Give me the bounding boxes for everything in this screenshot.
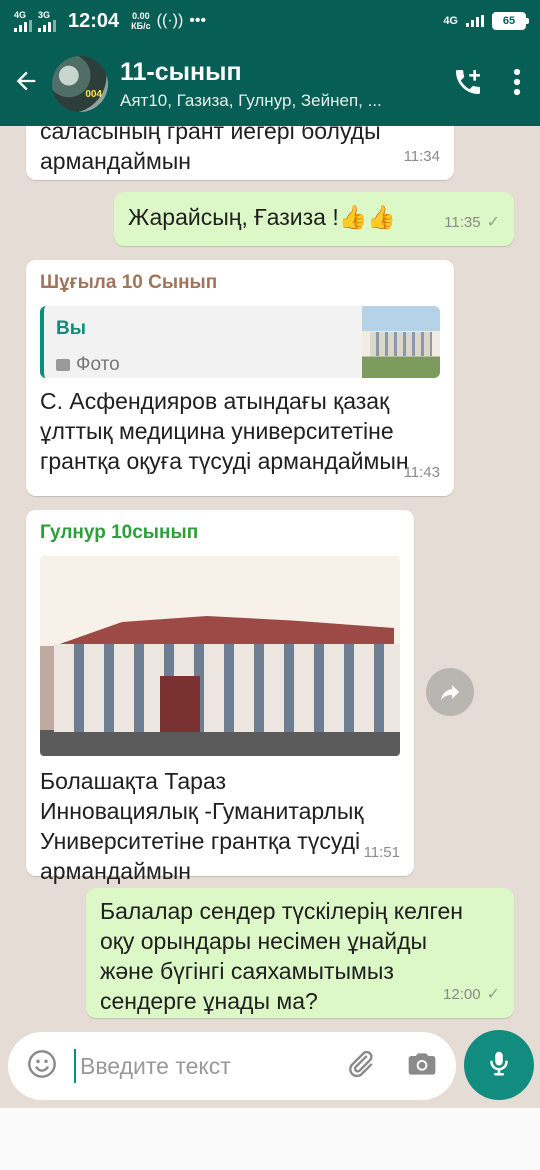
quote-thumbnail (362, 306, 440, 378)
message-meta: 11:34 (404, 142, 440, 172)
message-time: 12:00 (443, 986, 481, 1003)
message-text-line: С. Асфендияров атындағы қазақ (40, 388, 390, 414)
message-incoming-reply[interactable]: Шұғыла 10 Сынып Вы Фото С. Асфендияров а… (26, 260, 454, 496)
message-text-line: Балалар сендер түскілерің келген (100, 898, 463, 924)
battery-icon: 65 (492, 12, 529, 30)
speed-unit: КБ/с (131, 21, 151, 31)
message-time: 11:43 (403, 464, 440, 481)
photo-building (54, 644, 400, 732)
message-sender: Гулнур 10сынып (40, 522, 199, 543)
network-speed: 0.00 КБ/с (131, 11, 150, 31)
message-text-line: оқу орындары несімен ұнайды (100, 928, 428, 954)
more-notifications-icon: ••• (189, 12, 207, 29)
message-time: 11:51 (363, 844, 400, 861)
message-meta: 11:43 (404, 458, 440, 488)
status-right: 4G 65 (443, 12, 529, 30)
forward-icon[interactable] (426, 668, 474, 716)
speed-value: 0.00 (132, 11, 150, 21)
status-bar: 4G 3G 12:04 0.00 КБ/с ((·)) ••• 4G 65 (0, 0, 540, 42)
group-avatar[interactable]: 004 (52, 56, 108, 112)
quoted-message[interactable]: Вы Фото (40, 306, 440, 378)
message-text-line: Университетіне грантқа түсуді (40, 828, 361, 854)
message-text-line: және бүгінгі саяхамытымыз (100, 958, 394, 984)
message-text-line: саласының грант иегері болуды (40, 126, 381, 144)
message-text-line: армандаймын (40, 148, 191, 174)
avatar-text: 004 (85, 89, 102, 100)
hotspot-icon: ((·)) (156, 12, 184, 29)
message-meta: 11:51 (364, 838, 400, 868)
signal-bars-2-icon (38, 19, 56, 32)
message-meta: 11:35 ✓ (444, 208, 500, 238)
message-text-line: грантқа оқуға түсуді армандаймын (40, 448, 409, 474)
photo-roof (54, 616, 394, 646)
message-outgoing[interactable]: Жарайсың, Ғазиза !👍👍 11:35 ✓ (114, 192, 514, 246)
add-call-icon[interactable] (452, 66, 484, 103)
compose-actions (344, 1048, 438, 1085)
more-menu-icon[interactable] (512, 67, 522, 102)
chat-members: Аят10, Газиза, Гулнур, Зейнеп, ... (120, 90, 382, 110)
chat-header: 004 11-сынып Аят10, Газиза, Гулнур, Зейн… (0, 42, 540, 126)
compose-bar: Введите текст (8, 1032, 456, 1100)
network-type-right: 4G (443, 15, 458, 27)
message-incoming[interactable]: саласының грант иегері болуды армандаймы… (26, 126, 454, 180)
message-input[interactable]: Введите текст (74, 1049, 344, 1083)
status-left: 4G 3G 12:04 0.00 КБ/с ((·)) ••• (14, 10, 206, 33)
chat-title-block[interactable]: 11-сынып Аят10, Газиза, Гулнур, Зейнеп, … (120, 58, 452, 111)
message-caption: Болашақта Тараз Инновациялық -Гуманитарл… (40, 766, 400, 886)
message-text-line: Болашақта Тараз (40, 768, 227, 794)
chat-title: 11-сынып (120, 57, 242, 86)
network-indicator-1: 4G (14, 9, 32, 32)
camera-icon[interactable] (406, 1048, 438, 1085)
quote-type: Фото (56, 350, 350, 378)
message-outgoing[interactable]: Балалар сендер түскілерің келген оқу оры… (86, 888, 514, 1018)
message-photo[interactable] (40, 556, 400, 756)
voice-record-button[interactable] (464, 1030, 534, 1100)
navigation-area (0, 1108, 540, 1170)
network-type-2: 3G (38, 9, 51, 20)
header-actions (452, 66, 522, 103)
message-time: 11:35 (444, 214, 481, 231)
quote-content: Вы Фото (44, 306, 362, 378)
message-list[interactable]: саласының грант иегері болуды армандаймы… (0, 126, 540, 1028)
message-meta: 12:00 ✓ (443, 980, 500, 1010)
network-type-1: 4G (14, 9, 27, 20)
message-time: 11:34 (403, 148, 440, 165)
quote-kind-label: Фото (76, 354, 120, 375)
message-incoming-photo[interactable]: Гулнур 10сынып Болашақта Тараз Инновация… (26, 510, 414, 884)
sent-check-icon: ✓ (486, 986, 500, 1003)
clock: 12:04 (68, 9, 120, 32)
attach-icon[interactable] (344, 1048, 376, 1085)
message-sender: Шұғыла 10 Сынып (40, 272, 218, 293)
message-text-line: армандаймын (40, 858, 191, 884)
battery-level: 65 (502, 15, 516, 27)
microphone-icon (484, 1048, 514, 1083)
message-text-line: Инновациялық -Гуманитарлық (40, 798, 364, 824)
message-text-line: ұлттық медицина университетіне (40, 418, 394, 444)
photo-entrance (160, 676, 200, 732)
back-arrow-icon[interactable] (12, 66, 48, 103)
photo-icon (56, 359, 70, 371)
quote-author: Вы (56, 318, 86, 339)
message-text-line: сендерге ұнады ма? (100, 988, 318, 1014)
sent-check-icon: ✓ (486, 214, 500, 231)
emoji-icon[interactable] (26, 1048, 58, 1085)
signal-bars-icon (14, 19, 32, 32)
signal-right-icon (466, 15, 484, 27)
network-indicator-2: 3G (38, 9, 56, 32)
